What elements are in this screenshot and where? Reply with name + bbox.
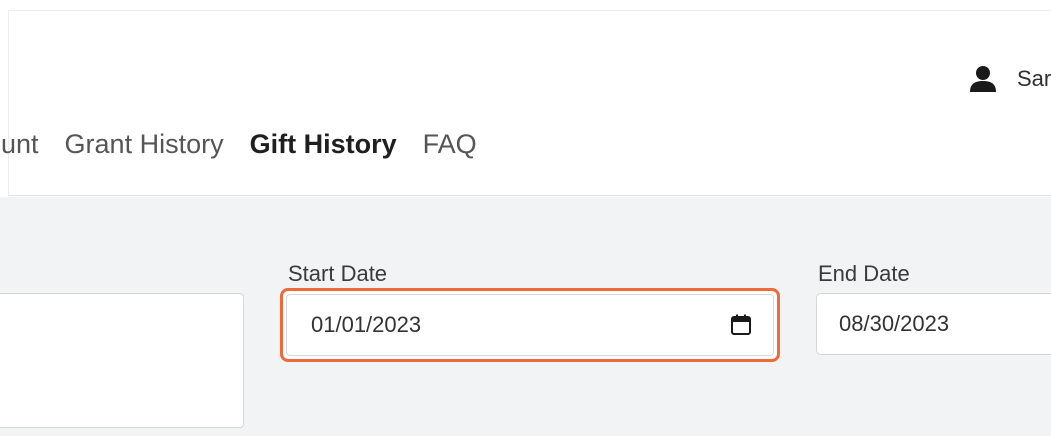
- start-date-input[interactable]: 01/01/2023: [280, 288, 780, 362]
- start-date-field[interactable]: 01/01/2023: [286, 294, 774, 356]
- person-icon: [970, 66, 996, 92]
- page: Sara unt Grant History Gift History FAQ …: [0, 0, 1051, 436]
- start-date-label: Start Date: [288, 261, 388, 286]
- calendar-icon[interactable]: [729, 313, 753, 337]
- user-name: Sara: [1017, 66, 1051, 91]
- end-date-label: End Date: [818, 261, 910, 286]
- filter-area: Start Date 01/01/2023 End Date 08/30/202…: [0, 197, 1051, 436]
- header: Sara unt Grant History Gift History FAQ: [1, 10, 1051, 196]
- nav-item-account[interactable]: unt: [1, 121, 39, 167]
- end-date-input[interactable]: 08/30/2023: [816, 293, 1051, 355]
- main-nav: unt Grant History Gift History FAQ: [1, 121, 503, 167]
- search-field[interactable]: [0, 293, 244, 428]
- end-date-value: 08/30/2023: [839, 311, 950, 336]
- user-menu[interactable]: Sara: [967, 59, 1051, 99]
- start-date-value: 01/01/2023: [311, 312, 422, 337]
- nav-item-faq[interactable]: FAQ: [423, 121, 477, 167]
- nav-item-grant-history[interactable]: Grant History: [65, 121, 224, 167]
- nav-item-gift-history[interactable]: Gift History: [250, 121, 397, 167]
